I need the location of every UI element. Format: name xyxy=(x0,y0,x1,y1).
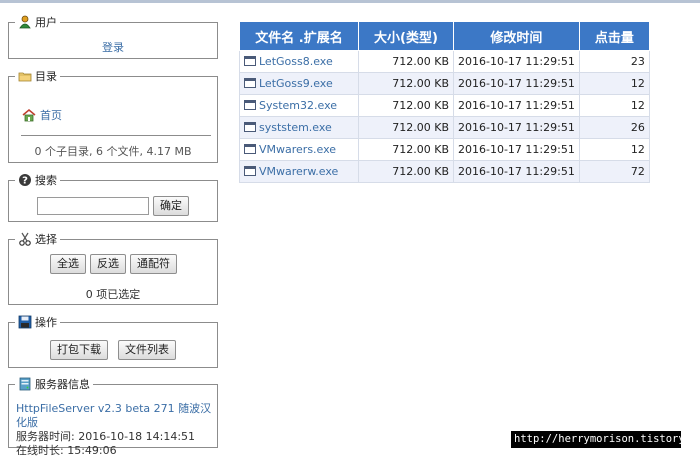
file-table: 文件名 .扩展名 大小(类型) 修改时间 点击量 LetGoss8.exe 71… xyxy=(239,21,650,183)
file-hits-cell: 12 xyxy=(578,138,650,161)
file-size-cell: 712.00 KB xyxy=(358,116,454,139)
file-link[interactable]: LetGoss8.exe xyxy=(259,55,333,68)
column-header-hits[interactable]: 点击量 xyxy=(578,21,650,51)
file-icon xyxy=(244,144,256,154)
table-row: syststem.exe 712.00 KB 2016-10-17 11:29:… xyxy=(239,116,650,139)
scissors-icon xyxy=(18,232,32,246)
directory-panel-legend: 目录 xyxy=(15,68,60,84)
server-icon xyxy=(18,377,32,391)
action-panel-title: 操作 xyxy=(35,316,57,329)
table-row: System32.exe 712.00 KB 2016-10-17 11:29:… xyxy=(239,94,650,117)
wildcard-button[interactable]: 通配符 xyxy=(130,254,177,274)
user-panel-title: 用户 xyxy=(35,16,57,29)
select-panel-legend: 选择 xyxy=(15,231,60,247)
select-all-button[interactable]: 全选 xyxy=(50,254,86,274)
select-panel: 选择 全选 反选 通配符 0 项已选定 xyxy=(8,231,218,305)
file-name-cell: VMwarerw.exe xyxy=(239,160,359,183)
file-hits-cell: 23 xyxy=(578,50,650,73)
question-icon: ? xyxy=(18,173,32,187)
file-modified-cell: 2016-10-17 11:29:51 xyxy=(453,72,580,95)
table-row: LetGoss9.exe 712.00 KB 2016-10-17 11:29:… xyxy=(239,72,650,95)
file-link[interactable]: syststem.exe xyxy=(259,121,332,134)
file-icon xyxy=(244,166,256,176)
action-panel: 操作 打包下载 文件列表 xyxy=(8,314,218,368)
save-disk-icon xyxy=(18,315,32,329)
directory-divider xyxy=(21,135,211,136)
file-link[interactable]: VMwarerw.exe xyxy=(259,165,338,178)
server-time: 服务器时间: 2016-10-18 14:14:51 xyxy=(16,430,196,443)
home-icon xyxy=(21,108,37,122)
file-icon xyxy=(244,78,256,88)
table-row: VMwarerw.exe 712.00 KB 2016-10-17 11:29:… xyxy=(239,160,650,183)
directory-stats: 0 个子目录, 6 个文件, 4.17 MB xyxy=(34,145,192,158)
login-link[interactable]: 登录 xyxy=(102,41,124,54)
file-size-cell: 712.00 KB xyxy=(358,160,454,183)
file-link[interactable]: VMwarers.exe xyxy=(259,143,336,156)
file-modified-cell: 2016-10-17 11:29:51 xyxy=(453,160,580,183)
invert-selection-button[interactable]: 反选 xyxy=(90,254,126,274)
top-bar xyxy=(0,0,700,3)
file-name-cell: LetGoss9.exe xyxy=(239,72,359,95)
file-hits-cell: 12 xyxy=(578,94,650,117)
search-input[interactable] xyxy=(37,197,149,215)
file-modified-cell: 2016-10-17 11:29:51 xyxy=(453,116,580,139)
file-hits-cell: 72 xyxy=(578,160,650,183)
file-size-cell: 712.00 KB xyxy=(358,72,454,95)
file-icon xyxy=(244,56,256,66)
server-info-panel: 服务器信息 HttpFileServer v2.3 beta 271 随波汉化版… xyxy=(8,376,218,457)
file-table-header: 文件名 .扩展名 大小(类型) 修改时间 点击量 xyxy=(239,21,650,51)
file-name-cell: System32.exe xyxy=(239,94,359,117)
search-panel-legend: ? 搜索 xyxy=(15,172,60,188)
folder-icon xyxy=(18,69,32,83)
user-panel: 用户 登录 xyxy=(8,14,218,59)
file-link[interactable]: System32.exe xyxy=(259,99,337,112)
directory-panel-title: 目录 xyxy=(35,70,57,83)
search-panel: ? 搜索 确定 xyxy=(8,172,218,222)
select-panel-title: 选择 xyxy=(35,233,57,246)
file-icon xyxy=(244,122,256,132)
file-modified-cell: 2016-10-17 11:29:51 xyxy=(453,50,580,73)
file-modified-cell: 2016-10-17 11:29:51 xyxy=(453,138,580,161)
file-size-cell: 712.00 KB xyxy=(358,94,454,117)
watermark: http://herrymorison.tistory.com xyxy=(511,431,700,448)
file-name-cell: syststem.exe xyxy=(239,116,359,139)
server-version-link[interactable]: HttpFileServer v2.3 beta 271 随波汉化版 xyxy=(16,402,211,429)
file-modified-cell: 2016-10-17 11:29:51 xyxy=(453,94,580,117)
file-size-cell: 712.00 KB xyxy=(358,50,454,73)
directory-panel: 目录 首页 0 个子目录, 6 个文件, 4.17 MB xyxy=(8,68,218,163)
column-header-size[interactable]: 大小(类型) xyxy=(358,21,454,51)
svg-text:?: ? xyxy=(22,176,28,187)
download-archive-button[interactable]: 打包下载 xyxy=(50,340,108,360)
file-name-cell: VMwarers.exe xyxy=(239,138,359,161)
user-panel-legend: 用户 xyxy=(15,14,60,30)
file-icon xyxy=(244,100,256,110)
file-link[interactable]: LetGoss9.exe xyxy=(259,77,333,90)
selected-count: 0 项已选定 xyxy=(85,288,141,301)
user-icon xyxy=(18,15,32,29)
search-submit-button[interactable]: 确定 xyxy=(153,196,189,216)
file-size-cell: 712.00 KB xyxy=(358,138,454,161)
server-uptime: 在线时长: 15:49:06 xyxy=(16,444,117,457)
file-hits-cell: 12 xyxy=(578,72,650,95)
file-name-cell: LetGoss8.exe xyxy=(239,50,359,73)
column-header-modified[interactable]: 修改时间 xyxy=(453,21,580,51)
table-row: LetGoss8.exe 712.00 KB 2016-10-17 11:29:… xyxy=(239,50,650,73)
server-info-legend: 服务器信息 xyxy=(15,376,93,392)
home-link[interactable]: 首页 xyxy=(40,107,62,123)
column-header-name[interactable]: 文件名 .扩展名 xyxy=(239,21,359,51)
file-hits-cell: 26 xyxy=(578,116,650,139)
table-row: VMwarers.exe 712.00 KB 2016-10-17 11:29:… xyxy=(239,138,650,161)
action-panel-legend: 操作 xyxy=(15,314,60,330)
search-panel-title: 搜索 xyxy=(35,174,57,187)
server-info-title: 服务器信息 xyxy=(35,378,90,391)
file-list-button[interactable]: 文件列表 xyxy=(118,340,176,360)
